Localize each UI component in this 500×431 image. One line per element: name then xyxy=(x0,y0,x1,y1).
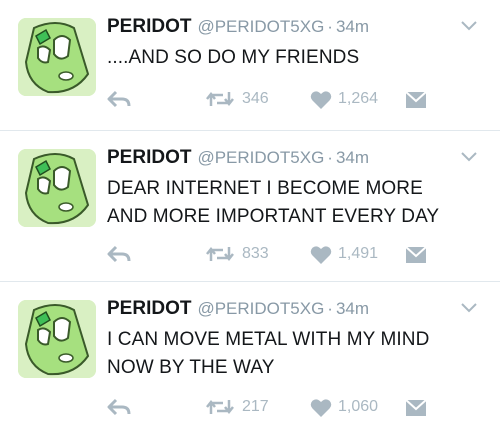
avatar[interactable] xyxy=(18,18,96,96)
display-name[interactable]: PERIDOT xyxy=(107,298,191,319)
user-handle[interactable]: @PERIDOT5XG xyxy=(197,148,324,167)
reply-icon[interactable] xyxy=(106,397,132,417)
separator-dot: · xyxy=(327,148,333,167)
tweet-actions: 346 1,264 xyxy=(0,88,500,112)
display-name[interactable]: PERIDOT xyxy=(107,16,191,37)
timestamp[interactable]: 34m xyxy=(336,17,369,36)
tweet-text-line: NOW BY THE WAY xyxy=(107,357,275,378)
chevron-down-icon[interactable] xyxy=(460,20,478,32)
tweet-text-line: AND MORE IMPORTANT EVERY DAY xyxy=(107,206,440,227)
peridot-avatar-icon xyxy=(18,149,96,227)
tweet-text: DEAR INTERNET I BECOME MORE AND MORE IMP… xyxy=(107,175,487,231)
chevron-down-icon[interactable] xyxy=(460,302,478,314)
direct-message-icon[interactable] xyxy=(405,91,427,109)
reply-icon[interactable] xyxy=(106,244,132,264)
avatar[interactable] xyxy=(18,149,96,227)
tweet-header: PERIDOT @PERIDOT5XG · 34m xyxy=(107,15,369,40)
tweet[interactable]: PERIDOT @PERIDOT5XG · 34m ....AND SO DO MY … xyxy=(0,0,500,130)
separator-dot: · xyxy=(327,17,333,36)
retweet-count: 346 xyxy=(242,90,269,107)
tweet[interactable]: PERIDOT @PERIDOT5XG · 34m DEAR INTERNET I B… xyxy=(0,131,500,281)
avatar[interactable] xyxy=(18,300,96,378)
tweet-header: PERIDOT @PERIDOT5XG · 34m xyxy=(107,146,369,171)
like-count: 1,060 xyxy=(338,398,379,415)
timestamp[interactable]: 34m xyxy=(336,299,369,318)
heart-icon[interactable] xyxy=(310,90,332,110)
tweet-text-line: ....AND SO DO MY FRIENDS xyxy=(107,47,360,68)
retweet-icon[interactable] xyxy=(205,398,235,416)
tweet[interactable]: PERIDOT @PERIDOT5XG · 34m I CAN MOVE METAL … xyxy=(0,282,500,431)
tweet-feed: PERIDOT @PERIDOT5XG · 34m ....AND SO DO MY … xyxy=(0,0,500,431)
retweet-count: 217 xyxy=(242,398,269,415)
tweet-actions: 833 1,491 xyxy=(0,243,500,267)
timestamp[interactable]: 34m xyxy=(336,148,369,167)
retweet-icon[interactable] xyxy=(205,90,235,108)
peridot-avatar-icon xyxy=(18,300,96,378)
heart-icon[interactable] xyxy=(310,245,332,265)
retweet-count: 833 xyxy=(242,245,269,262)
tweet-text: I CAN MOVE METAL WITH MY MIND NOW BY THE… xyxy=(107,326,487,382)
chevron-down-icon[interactable] xyxy=(460,151,478,163)
user-handle[interactable]: @PERIDOT5XG xyxy=(197,17,324,36)
like-count: 1,491 xyxy=(338,245,379,262)
peridot-avatar-icon xyxy=(18,18,96,96)
separator-dot: · xyxy=(327,299,333,318)
retweet-icon[interactable] xyxy=(205,245,235,263)
tweet-text-line: I CAN MOVE METAL WITH MY MIND xyxy=(107,329,430,350)
direct-message-icon[interactable] xyxy=(405,246,427,264)
heart-icon[interactable] xyxy=(310,398,332,418)
display-name[interactable]: PERIDOT xyxy=(107,147,191,168)
like-count: 1,264 xyxy=(338,90,379,107)
tweet-text-line: DEAR INTERNET I BECOME MORE xyxy=(107,178,423,199)
tweet-actions: 217 1,060 xyxy=(0,396,500,420)
direct-message-icon[interactable] xyxy=(405,399,427,417)
tweet-text: ....AND SO DO MY FRIENDS xyxy=(107,44,487,72)
reply-icon[interactable] xyxy=(106,89,132,109)
tweet-header: PERIDOT @PERIDOT5XG · 34m xyxy=(107,297,369,322)
user-handle[interactable]: @PERIDOT5XG xyxy=(197,299,324,318)
